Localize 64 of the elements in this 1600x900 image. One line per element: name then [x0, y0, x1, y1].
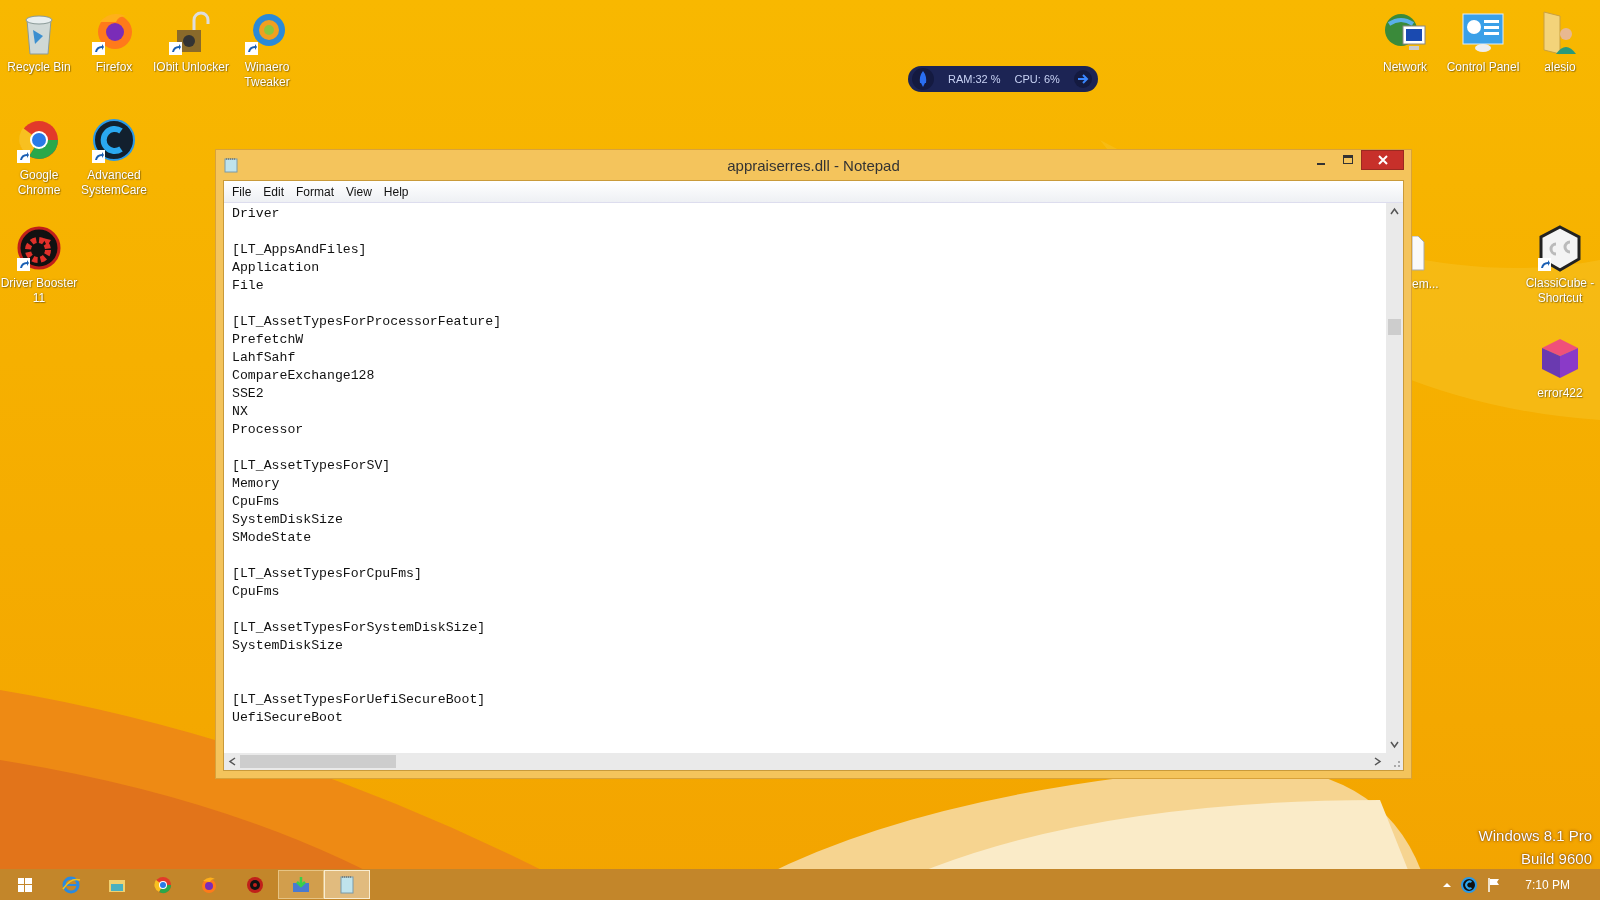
browser-e-icon — [61, 874, 81, 895]
horizontal-scrollbar[interactable] — [224, 753, 1386, 770]
os-version-text: Build 9600 — [1521, 849, 1592, 868]
notepad-icon — [337, 874, 357, 895]
clock[interactable]: 7:10 PM — [1525, 877, 1570, 892]
text-line: [LT_AssetTypesForCpuFms] — [232, 566, 422, 581]
desktop-shortcut[interactable]: ClassiCube - Shortcut — [1521, 222, 1599, 308]
desktop-shortcut[interactable]: Recycle Bin — [0, 6, 78, 77]
text-line: Driver — [232, 206, 280, 221]
maximize-icon — [1342, 155, 1353, 165]
download-tray-icon — [291, 874, 311, 895]
rocket-icon[interactable] — [912, 68, 934, 90]
text-line: Application — [232, 260, 320, 275]
flame-globe-icon — [199, 874, 219, 895]
text-line: CpuFms — [232, 494, 280, 509]
scroll-thumb[interactable] — [240, 755, 396, 768]
text-line: [LT_AssetTypesForProcessorFeature] — [232, 314, 502, 329]
os-version-text: Windows 8.1 Pro — [1478, 826, 1592, 845]
menu-item[interactable]: View — [340, 184, 378, 199]
desktop-shortcut[interactable]: Network — [1366, 6, 1444, 77]
desktop-shortcut[interactable]: Driver Booster 11 — [0, 222, 78, 308]
menu-item[interactable]: Help — [377, 184, 415, 199]
desktop-shortcut[interactable]: alesio — [1521, 6, 1599, 77]
desktop-shortcut[interactable]: Google Chrome — [0, 114, 78, 200]
menu-item[interactable]: File — [226, 184, 258, 199]
text-line: [LT_AssetTypesForSystemDiskSize] — [232, 620, 486, 635]
desktop-shortcut[interactable]: Advanced SystemCare — [75, 114, 153, 200]
desktop-shortcut[interactable]: error422 — [1521, 332, 1599, 403]
window-title: appraiserres.dll - Notepad — [727, 156, 900, 174]
text-line: UefiSecureBoot — [232, 710, 343, 725]
menu-item[interactable]: Format — [290, 184, 341, 199]
desktop-shortcut[interactable]: Control Panel — [1444, 6, 1522, 77]
menu-item[interactable]: Edit — [257, 184, 291, 199]
gear-icon — [245, 874, 265, 895]
desktop-shortcut[interactable]: IObit Unlocker — [152, 6, 230, 77]
text-line: [LT_AppsAndFiles] — [232, 242, 367, 257]
desktop-shortcut[interactable]: em... — [1412, 234, 1490, 294]
text-line: SModeState — [232, 530, 312, 545]
text-line: [LT_AssetTypesForUefiSecureBoot] — [232, 692, 486, 707]
text-line: LahfSahf — [232, 350, 296, 365]
text-line: CpuFms — [232, 584, 280, 599]
text-line: SystemDiskSize — [232, 512, 343, 527]
desktop-shortcut[interactable]: Winaero Tweaker — [228, 6, 306, 92]
cpu-usage: CPU: 6% — [1014, 73, 1060, 85]
vertical-scrollbar[interactable] — [1386, 203, 1403, 753]
close-button[interactable] — [1361, 150, 1404, 170]
text-line: Memory — [232, 476, 280, 491]
text-line: File — [232, 278, 264, 293]
text-line: CompareExchange128 — [232, 368, 375, 383]
notepad-icon[interactable] — [223, 157, 239, 173]
arc-circle-icon[interactable] — [1461, 876, 1478, 893]
scroll-thumb[interactable] — [1388, 319, 1401, 335]
ring-icon — [153, 874, 173, 895]
text-line: NX — [232, 404, 248, 419]
desktop-shortcut[interactable]: Firefox — [75, 6, 153, 77]
ram-usage: RAM:32 % — [948, 73, 1001, 85]
text-line: SSE2 — [232, 386, 264, 401]
text-line: Processor — [232, 422, 304, 437]
minimize-icon — [1316, 163, 1325, 165]
text-line: PrefetchW — [232, 332, 304, 347]
text-line: [LT_AssetTypesForSV] — [232, 458, 391, 473]
close-icon — [1377, 155, 1388, 165]
text-line: SystemDiskSize — [232, 638, 343, 653]
arrow-right-icon[interactable] — [1073, 70, 1092, 88]
